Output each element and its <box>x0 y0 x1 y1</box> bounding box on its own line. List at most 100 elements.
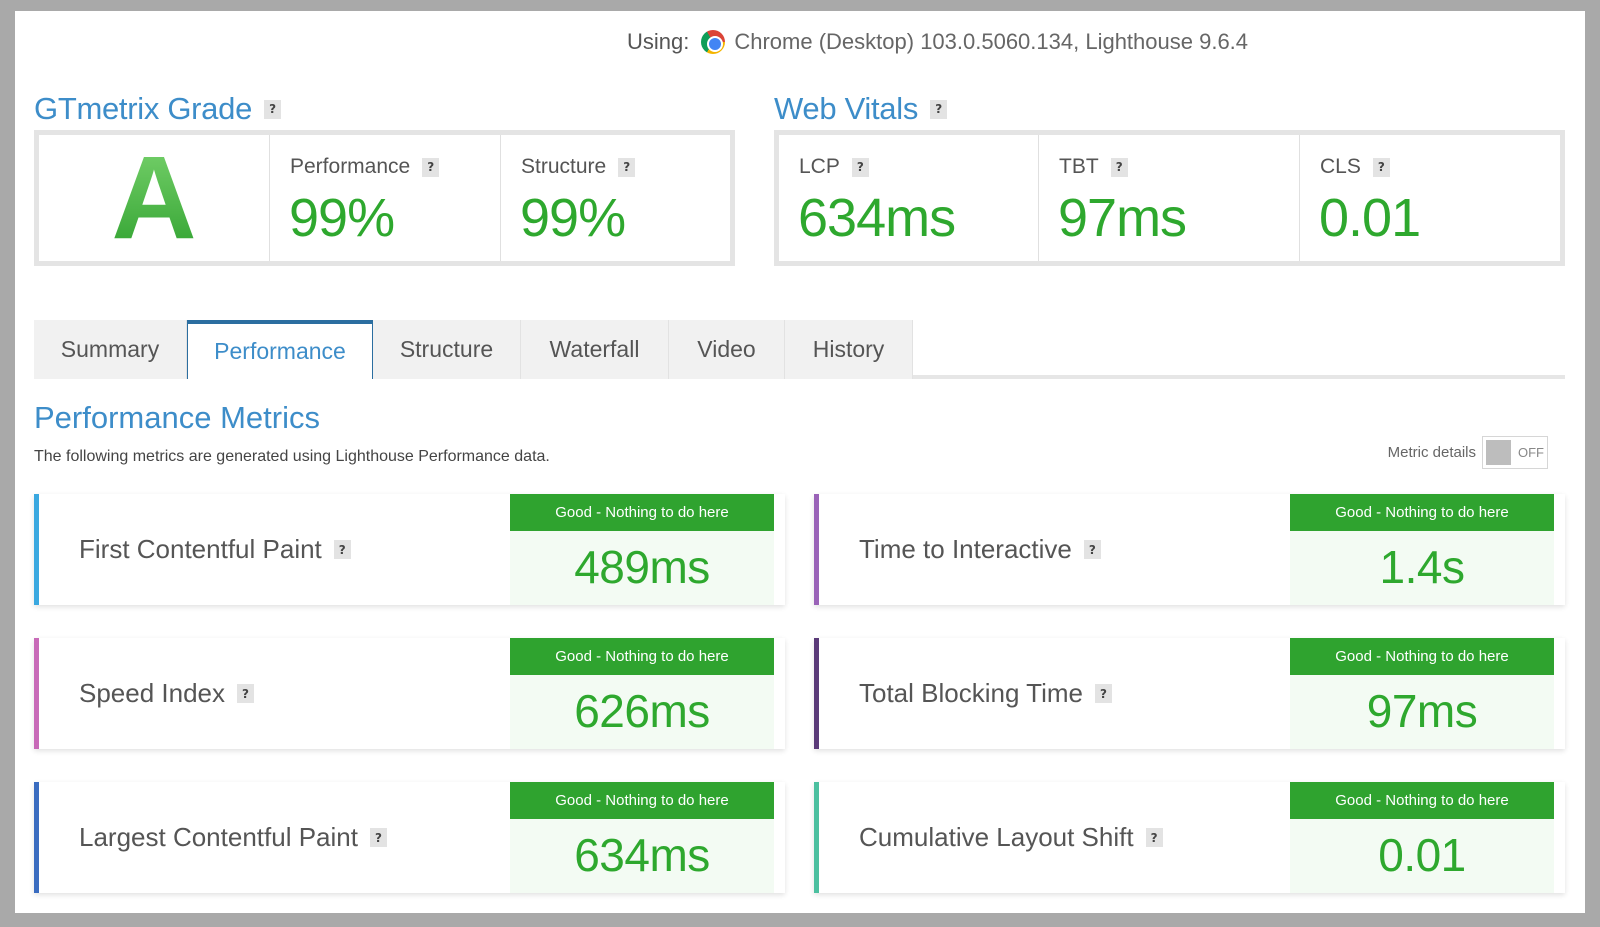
status-badge: Good - Nothing to do here <box>1290 782 1554 819</box>
help-icon[interactable]: ? <box>333 540 351 559</box>
metric-name: Speed Index ? <box>79 638 255 749</box>
gtmetrix-grade-box: A Performance ? 99% Structure ? 99% <box>34 130 735 266</box>
lcp-label-text: LCP <box>799 155 840 178</box>
metric-name: Time to Interactive ? <box>859 494 1101 605</box>
grade-letter: A <box>39 132 269 264</box>
chrome-icon <box>701 30 726 54</box>
browser-info-line: Using: Chrome (Desktop) 103.0.5060.134, … <box>627 27 1248 57</box>
gtmetrix-grade-title-text: GTmetrix Grade <box>34 91 253 126</box>
metric-color-bar <box>34 782 39 893</box>
cls-label-text: CLS <box>1320 155 1361 178</box>
metric-result-panel: Good - Nothing to do here 626ms <box>510 638 774 749</box>
help-icon[interactable]: ? <box>369 828 387 847</box>
metric-result-panel: Good - Nothing to do here 634ms <box>510 782 774 893</box>
tab-performance[interactable]: Performance <box>187 320 373 379</box>
metric-name-text: Largest Contentful Paint <box>79 822 358 852</box>
tab-summary[interactable]: Summary <box>34 320 187 379</box>
metric-details-control: Metric details OFF <box>1388 435 1548 469</box>
web-vitals-title: Web Vitals ? <box>774 91 948 127</box>
metric-name-text: Speed Index <box>79 678 226 708</box>
lcp-cell: LCP ? 634ms <box>779 135 1039 261</box>
metric-card-cumulative-layout-shift: Cumulative Layout Shift ? Good - Nothing… <box>814 782 1565 893</box>
metric-name: Cumulative Layout Shift ? <box>859 782 1163 893</box>
metric-name-text: Cumulative Layout Shift <box>859 822 1134 852</box>
tbt-value: 97ms <box>1058 188 1187 248</box>
metric-value: 97ms <box>1366 685 1478 737</box>
metric-name-text: First Contentful Paint <box>79 534 322 564</box>
status-badge: Good - Nothing to do here <box>1290 638 1554 675</box>
help-icon[interactable]: ? <box>237 684 255 703</box>
web-vitals-box: LCP ? 634ms TBT ? 97ms CLS ? 0.01 <box>774 130 1565 266</box>
structure-score-value: 99% <box>520 188 626 248</box>
status-badge: Good - Nothing to do here <box>510 782 774 819</box>
metric-card-first-contentful-paint: First Contentful Paint ? Good - Nothing … <box>34 494 785 605</box>
metric-value: 634ms <box>574 829 710 881</box>
help-icon[interactable]: ? <box>851 157 869 177</box>
metric-card-time-to-interactive: Time to Interactive ? Good - Nothing to … <box>814 494 1565 605</box>
status-badge: Good - Nothing to do here <box>510 494 774 531</box>
web-vitals-title-text: Web Vitals <box>774 91 919 126</box>
performance-score-label-text: Performance <box>290 155 411 178</box>
metric-color-bar <box>814 782 819 893</box>
metric-card-speed-index: Speed Index ? Good - Nothing to do here … <box>34 638 785 749</box>
tab-waterfall[interactable]: Waterfall <box>521 320 669 379</box>
metric-color-bar <box>34 638 39 749</box>
report-tabs: Summary Performance Structure Waterfall … <box>34 320 913 379</box>
metric-name: Total Blocking Time ? <box>859 638 1112 749</box>
browser-info: Chrome (Desktop) 103.0.5060.134, Lightho… <box>734 29 1249 54</box>
performance-score-label: Performance ? <box>290 155 440 179</box>
metric-card-largest-contentful-paint: Largest Contentful Paint ? Good - Nothin… <box>34 782 785 893</box>
help-icon[interactable]: ? <box>1145 828 1163 847</box>
metric-name: Largest Contentful Paint ? <box>79 782 387 893</box>
metric-name-text: Total Blocking Time <box>859 678 1083 708</box>
help-icon[interactable]: ? <box>618 157 636 177</box>
metric-details-label: Metric details <box>1387 443 1476 461</box>
tbt-label: TBT ? <box>1059 155 1128 179</box>
lcp-value: 634ms <box>798 188 956 248</box>
help-icon[interactable]: ? <box>1083 540 1101 559</box>
performance-score-value: 99% <box>289 188 395 248</box>
metric-color-bar <box>814 638 819 749</box>
help-icon[interactable]: ? <box>930 99 948 119</box>
help-icon[interactable]: ? <box>1110 157 1128 177</box>
cls-label: CLS ? <box>1320 155 1390 179</box>
help-icon[interactable]: ? <box>1372 157 1390 177</box>
metric-card-total-blocking-time: Total Blocking Time ? Good - Nothing to … <box>814 638 1565 749</box>
gtmetrix-grade-title: GTmetrix Grade ? <box>34 91 282 127</box>
metric-result-panel: Good - Nothing to do here 97ms <box>1290 638 1554 749</box>
tab-history[interactable]: History <box>785 320 913 379</box>
help-icon[interactable]: ? <box>264 99 282 119</box>
metric-value: 1.4s <box>1379 541 1465 593</box>
grade-cell: A <box>39 132 270 264</box>
help-icon[interactable]: ? <box>422 157 440 177</box>
metric-color-bar <box>34 494 39 605</box>
using-label: Using: <box>627 29 690 54</box>
performance-metrics-title: Performance Metrics <box>34 400 320 435</box>
metric-name: First Contentful Paint ? <box>79 494 351 605</box>
status-badge: Good - Nothing to do here <box>1290 494 1554 531</box>
metric-result-panel: Good - Nothing to do here 0.01 <box>1290 782 1554 893</box>
structure-score-label-text: Structure <box>521 155 607 178</box>
structure-score-cell: Structure ? 99% <box>501 135 730 261</box>
metric-value: 626ms <box>574 685 710 737</box>
tab-video[interactable]: Video <box>669 320 785 379</box>
performance-score-cell: Performance ? 99% <box>270 135 501 261</box>
tbt-cell: TBT ? 97ms <box>1039 135 1300 261</box>
metric-value: 0.01 <box>1378 829 1466 881</box>
report-frame: Using: Chrome (Desktop) 103.0.5060.134, … <box>15 11 1585 913</box>
tab-structure[interactable]: Structure <box>373 320 521 379</box>
metric-result-panel: Good - Nothing to do here 1.4s <box>1290 494 1554 605</box>
structure-score-label: Structure ? <box>521 155 636 179</box>
cls-value: 0.01 <box>1319 188 1421 248</box>
toggle-knob[interactable] <box>1486 439 1511 465</box>
metric-name-text: Time to Interactive <box>859 534 1072 564</box>
performance-metrics-description: The following metrics are generated usin… <box>34 448 550 465</box>
cls-cell: CLS ? 0.01 <box>1300 135 1560 261</box>
metric-value: 489ms <box>574 541 710 593</box>
metric-color-bar <box>814 494 819 605</box>
metric-details-toggle[interactable]: OFF <box>1482 435 1548 469</box>
help-icon[interactable]: ? <box>1094 684 1112 703</box>
tbt-label-text: TBT <box>1059 155 1099 178</box>
lcp-label: LCP ? <box>799 155 869 179</box>
metric-result-panel: Good - Nothing to do here 489ms <box>510 494 774 605</box>
